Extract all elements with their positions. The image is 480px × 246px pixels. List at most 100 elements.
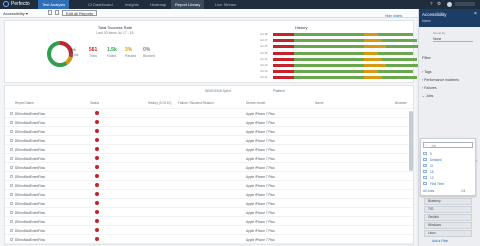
brand-logo[interactable]: Perfecto: [3, 1, 30, 7]
group-by-select[interactable]: None: [433, 37, 473, 42]
row-report-name[interactable]: DEmoModEventFlow: [15, 175, 45, 179]
more-filter-item[interactable]: Linux: [424, 230, 472, 237]
history-bar-segment[interactable]: [294, 39, 364, 43]
row-report-name[interactable]: DEmoModEventFlow: [15, 112, 45, 116]
history-bar-segment[interactable]: [382, 39, 418, 43]
row-report-name[interactable]: DEmoModEventFlow: [15, 148, 45, 152]
table-row[interactable]: DEmoModEventFlow Apple iPhone 7 Plus: [5, 198, 413, 207]
table-row[interactable]: DEmoModEventFlow Apple iPhone 7 Plus: [5, 216, 413, 225]
row-checkbox[interactable]: [10, 211, 13, 214]
edit-reports-button[interactable]: Edit all Reports: [62, 10, 98, 16]
row-checkbox[interactable]: [10, 139, 13, 142]
job-option-checkbox[interactable]: [423, 152, 427, 155]
more-filter-item[interactable]: TIG: [424, 206, 472, 213]
filter-failures[interactable]: › Failures: [422, 86, 437, 90]
table-row[interactable]: DEmoModEventFlow Apple iPhone 7 Plus: [5, 162, 413, 171]
more-filter-item[interactable]: Bluebery: [424, 198, 472, 205]
col-name[interactable]: Name: [315, 101, 324, 105]
row-checkbox[interactable]: [10, 238, 13, 241]
history-bar-segment[interactable]: [364, 70, 378, 74]
table-row[interactable]: DEmoModEventFlow Apple iPhone 7 Plus: [5, 135, 413, 144]
row-checkbox[interactable]: [10, 130, 13, 133]
row-report-name[interactable]: DEmoModEventFlow: [15, 166, 45, 170]
table-row[interactable]: DEmoModEventFlow Apple iPhone 7 Plus: [5, 225, 413, 234]
row-checkbox[interactable]: [10, 193, 13, 196]
history-bar-segment[interactable]: [294, 64, 364, 67]
job-option[interactable]: Find Time: [423, 181, 473, 187]
history-bar-segment[interactable]: [382, 76, 418, 80]
history-bar-segment[interactable]: [273, 57, 294, 61]
add-filter-link[interactable]: Add a Filter: [432, 239, 448, 243]
table-row[interactable]: DEmoModEventFlow Apple iPhone 7 Plus: [5, 207, 413, 216]
history-bar-segment[interactable]: [378, 70, 413, 74]
row-checkbox[interactable]: [10, 166, 13, 169]
back-icon[interactable]: [48, 10, 52, 15]
col-history[interactable]: History (3 Of 10): [148, 101, 171, 105]
history-bar-segment[interactable]: [378, 51, 413, 55]
history-bar-segment[interactable]: [294, 70, 364, 74]
user-icon[interactable]: [447, 2, 452, 7]
history-bar-segment[interactable]: [386, 64, 422, 67]
more-filter-item[interactable]: Geolink: [424, 214, 472, 221]
history-bar-segment[interactable]: [294, 51, 364, 55]
history-bar-segment[interactable]: [273, 33, 294, 36]
history-bar-segment[interactable]: [294, 33, 364, 36]
row-checkbox[interactable]: [10, 184, 13, 187]
row-checkbox[interactable]: [10, 121, 13, 124]
table-row[interactable]: DEmoModEventFlow Apple iPhone 7 Plus: [5, 126, 413, 135]
row-checkbox[interactable]: [10, 157, 13, 160]
jobs-search-input[interactable]: Job: [423, 142, 473, 148]
row-report-name[interactable]: DEmoModEventFlow: [15, 193, 45, 197]
col-status[interactable]: Status: [90, 101, 99, 105]
table-row[interactable]: DEmoModEventFlow Apple iPhone 7 Plus: [5, 153, 413, 162]
table-row[interactable]: DEmoModEventFlow Apple iPhone 7 Plus: [5, 144, 413, 153]
row-checkbox[interactable]: [10, 148, 13, 151]
user-menu[interactable]: [455, 2, 475, 6]
history-bar-segment[interactable]: [378, 33, 413, 36]
tab-insights[interactable]: Insights: [121, 0, 143, 9]
row-report-name[interactable]: DEmoModEventFlow: [15, 229, 45, 233]
history-bar-segment[interactable]: [364, 33, 378, 36]
row-report-name[interactable]: DEmoModEventFlow: [15, 130, 45, 134]
job-option-checkbox[interactable]: [423, 176, 427, 179]
table-row[interactable]: DEmoModEventFlow Apple iPhone 7 Plus: [5, 108, 413, 117]
tab-report-library[interactable]: Report Library: [171, 0, 205, 9]
row-report-name[interactable]: DEmoModEventFlow: [15, 157, 45, 161]
history-bar-segment[interactable]: [273, 39, 294, 43]
row-checkbox[interactable]: [10, 175, 13, 178]
tab-heatmap[interactable]: Heatmap: [146, 0, 170, 9]
history-bar-segment[interactable]: [386, 45, 422, 49]
table-scrollbar[interactable]: [409, 111, 413, 171]
history-bar-segment[interactable]: [364, 51, 378, 55]
history-bar-segment[interactable]: [364, 57, 383, 61]
row-checkbox[interactable]: [10, 220, 13, 223]
table-row[interactable]: DEmoModEventFlow Apple iPhone 7 Plus: [5, 189, 413, 198]
row-checkbox[interactable]: [10, 229, 13, 232]
job-option-checkbox[interactable]: [423, 158, 427, 161]
history-bar-segment[interactable]: [294, 45, 364, 49]
row-report-name[interactable]: DEmoModEventFlow: [15, 220, 45, 224]
filter-jobs[interactable]: ⌄ Jobs: [422, 94, 433, 98]
close-icon[interactable]: ×: [474, 11, 477, 17]
table-row[interactable]: DEmoModEventFlow Apple iPhone 7 Plus: [5, 180, 413, 189]
history-bar-segment[interactable]: [273, 76, 294, 80]
col-report-name[interactable]: Report Name: [15, 101, 34, 105]
row-report-name[interactable]: DEmoModEventFlow: [15, 238, 45, 242]
history-bar-segment[interactable]: [273, 70, 294, 74]
row-report-name[interactable]: DEmoModEventFlow: [15, 202, 45, 206]
history-bar-segment[interactable]: [273, 51, 294, 55]
table-row[interactable]: DEmoModEventFlow Apple iPhone 7 Plus: [5, 234, 413, 243]
row-report-name[interactable]: DEmoModEventFlow: [15, 121, 45, 125]
notifications-icon[interactable]: ⚙: [437, 1, 441, 7]
job-option-checkbox[interactable]: [423, 164, 427, 167]
row-report-name[interactable]: DEmoModEventFlow: [15, 139, 45, 143]
table-row[interactable]: DEmoModEventFlow Apple iPhone 7 Plus: [5, 171, 413, 180]
col-device-model[interactable]: Device model: [246, 101, 265, 105]
history-bar-segment[interactable]: [364, 45, 387, 49]
history-bar-segment[interactable]: [364, 64, 387, 67]
history-bar-segment[interactable]: [294, 76, 364, 80]
history-bar-segment[interactable]: [364, 39, 383, 43]
tab-ci-dashboard[interactable]: CI Dashboard: [84, 0, 117, 9]
tab-test-analysis[interactable]: Test Analysis: [38, 0, 70, 9]
refresh-icon[interactable]: [55, 10, 59, 15]
